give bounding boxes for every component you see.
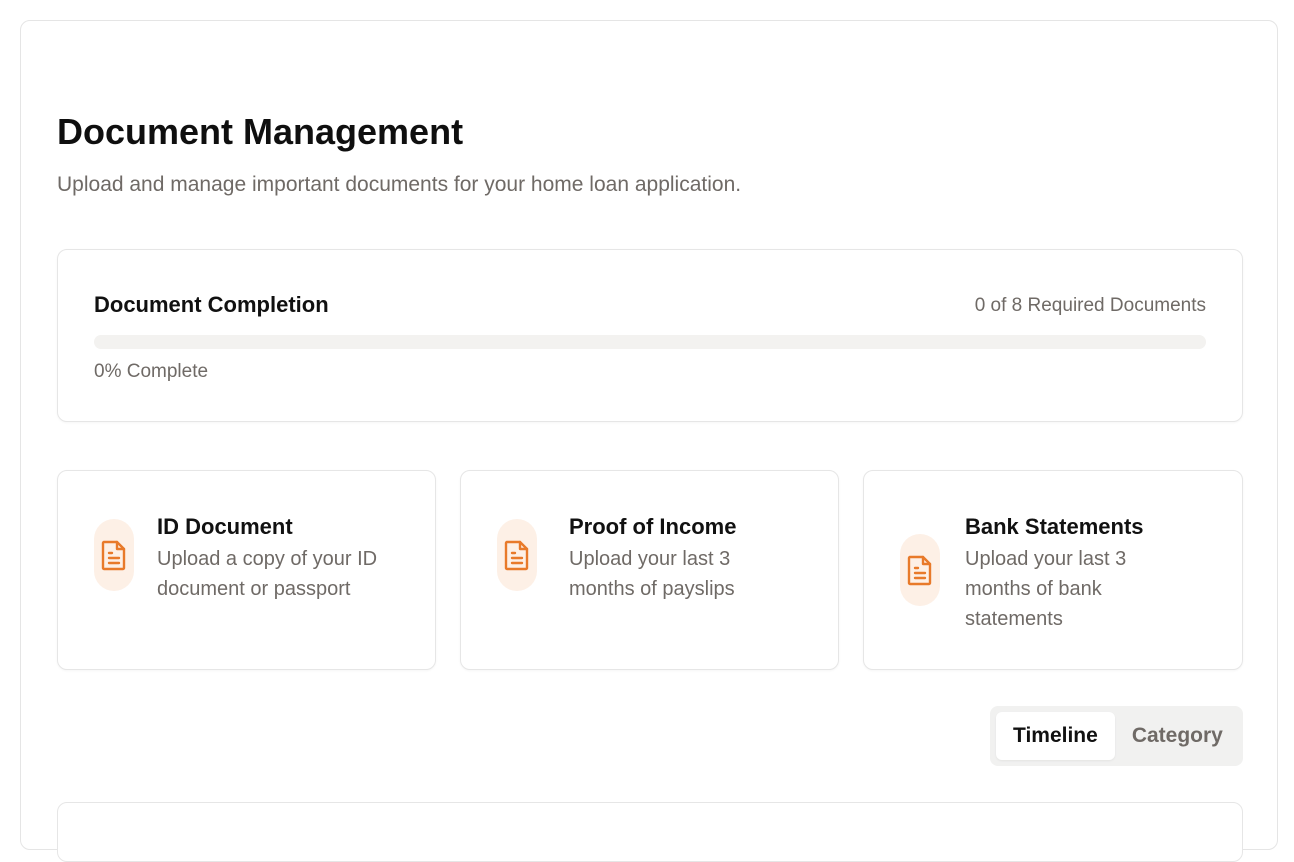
document-completion-card: Document Completion 0 of 8 Required Docu…	[57, 249, 1243, 422]
tab-category[interactable]: Category	[1115, 712, 1240, 760]
document-card-title: Proof of Income	[569, 514, 737, 539]
document-card-description: Upload a copy of your ID document or pas…	[157, 548, 378, 600]
document-card-text: Proof of Income Upload your last 3 month…	[569, 513, 799, 604]
completion-progress-bar	[94, 335, 1206, 349]
document-card-bank-statements[interactable]: Bank Statements Upload your last 3 month…	[863, 470, 1243, 670]
document-card-title: Bank Statements	[965, 514, 1144, 539]
page-title: Document Management	[57, 111, 464, 152]
document-card-description: Upload your last 3 months of bank statem…	[965, 548, 1127, 630]
file-text-icon	[497, 519, 537, 591]
document-card-description: Upload your last 3 months of payslips	[569, 548, 735, 600]
completion-percent: 0% Complete	[94, 361, 209, 382]
document-card-text: ID Document Upload a copy of your ID doc…	[157, 513, 407, 604]
file-text-icon	[94, 519, 134, 591]
view-toggle: Timeline Category	[990, 706, 1243, 766]
documents-list-card	[57, 802, 1243, 862]
document-card-title: ID Document	[157, 514, 293, 539]
document-card-text: Bank Statements Upload your last 3 month…	[965, 513, 1195, 634]
tab-timeline[interactable]: Timeline	[996, 712, 1115, 760]
file-text-icon	[900, 534, 940, 606]
completion-title: Document Completion	[94, 292, 329, 317]
required-documents-count: 0 of 8 Required Documents	[974, 295, 1206, 316]
document-card-id[interactable]: ID Document Upload a copy of your ID doc…	[57, 470, 436, 670]
document-card-income[interactable]: Proof of Income Upload your last 3 month…	[460, 470, 839, 670]
page-subtitle: Upload and manage important documents fo…	[57, 173, 742, 196]
